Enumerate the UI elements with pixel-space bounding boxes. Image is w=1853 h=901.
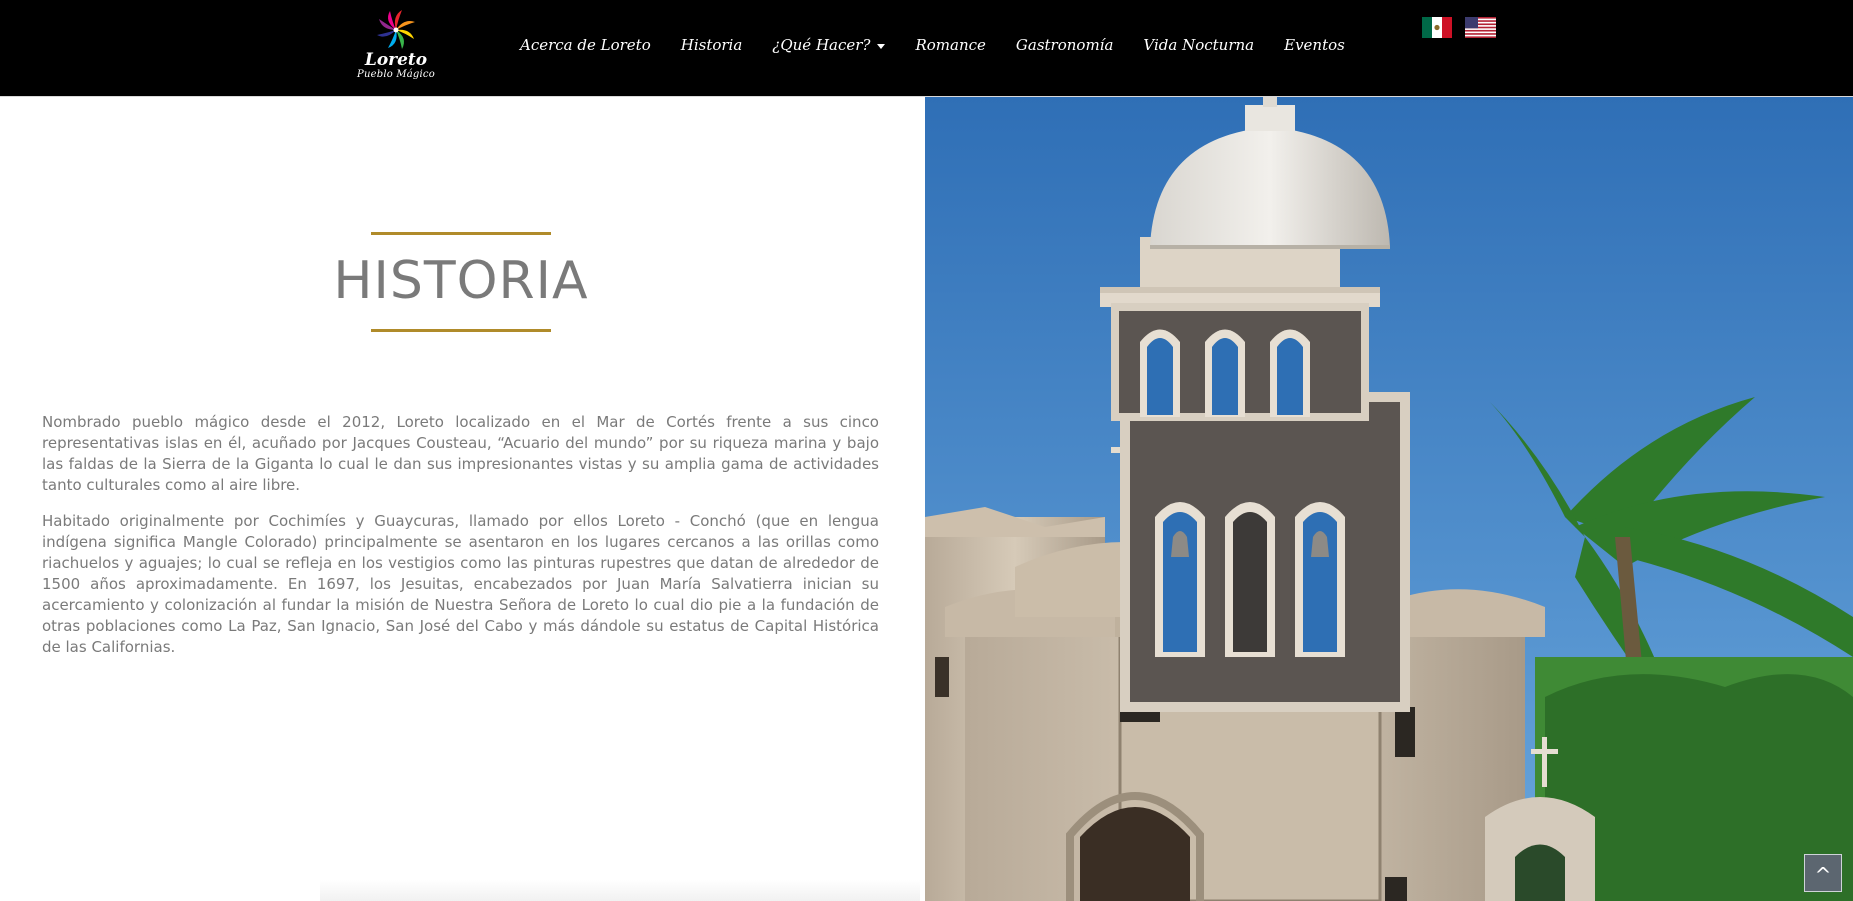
nav-vida-nocturna[interactable]: Vida Nocturna xyxy=(1143,36,1254,54)
intro-paragraph: Nombrado pueblo mágico desde el 2012, Lo… xyxy=(42,413,879,494)
site-logo[interactable]: Loreto Pueblo Mágico xyxy=(355,8,437,84)
nav-eventos[interactable]: Eventos xyxy=(1284,36,1345,54)
nav-historia[interactable]: Historia xyxy=(681,36,743,54)
nav-acerca-de-loreto[interactable]: Acerca de Loreto xyxy=(520,36,651,54)
nav-que-hacer-label: ¿Qué Hacer? xyxy=(772,36,871,54)
mission-church-photo xyxy=(925,97,1853,901)
chevron-up-icon: ^ xyxy=(1814,863,1832,887)
footer-shadow xyxy=(320,880,920,901)
logo-subtitle: Pueblo Mágico xyxy=(357,69,435,80)
page-title: HISTORIA xyxy=(333,251,589,311)
nav-que-hacer-dropdown[interactable]: ¿Qué Hacer? xyxy=(772,36,886,54)
back-to-top-button[interactable]: ^ xyxy=(1804,854,1842,892)
mexico-flag-icon[interactable] xyxy=(1422,17,1452,38)
history-paragraph: Habitado originalmente por Cochimíes y G… xyxy=(42,512,879,656)
caret-down-icon xyxy=(877,44,886,49)
navbar: Loreto Pueblo Mágico Acerca de Loreto Hi… xyxy=(0,0,1853,96)
main-menu: Acerca de Loreto Historia ¿Qué Hacer? Ro… xyxy=(520,33,1345,57)
mission-church-illustration xyxy=(925,97,1853,901)
nav-gastronomia[interactable]: Gastronomía xyxy=(1016,36,1114,54)
title-rule-bottom xyxy=(371,329,551,332)
logo-name: Loreto xyxy=(364,50,428,70)
title-rule-top xyxy=(371,232,551,235)
nav-romance[interactable]: Romance xyxy=(915,36,985,54)
usa-flag-icon[interactable] xyxy=(1465,17,1496,38)
swirl-logo-icon xyxy=(377,10,415,49)
